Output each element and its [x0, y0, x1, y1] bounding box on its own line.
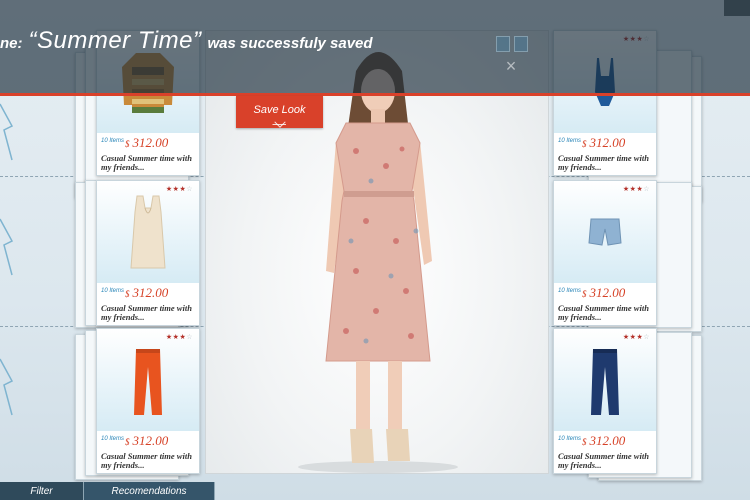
save-look-label: Save Look — [253, 104, 306, 116]
item-count: 10 Items — [558, 138, 582, 144]
price: $312.00 — [125, 433, 169, 448]
pants-image: ★★★☆ — [97, 329, 199, 431]
price: $312.00 — [582, 135, 626, 150]
look-description: Casual Summer time with my friends... — [558, 153, 649, 172]
tab-recommendations[interactable]: Recomendations — [84, 482, 215, 500]
look-description: Casual Summer time with my friends... — [101, 303, 192, 322]
save-look-button[interactable]: Save Look — [236, 96, 323, 128]
close-icon[interactable]: × — [503, 57, 519, 75]
product-card[interactable]: ★★★☆ 10 Items $312.00 Casual Summer time… — [553, 180, 657, 326]
item-count: 10 Items — [101, 138, 125, 144]
corner-button[interactable] — [724, 0, 750, 16]
rating-stars: ★★★☆ — [165, 185, 193, 193]
product-card[interactable]: ★★★☆ 10 Items $312.00 Casual Summer time… — [96, 180, 200, 326]
rating-stars: ★★★☆ — [165, 333, 193, 341]
lightning-icon — [0, 100, 14, 164]
item-count: 10 Items — [558, 288, 582, 294]
look-name: “Summer Time” — [28, 27, 202, 54]
toolbar-button[interactable] — [514, 36, 528, 52]
top-image: ★★★☆ — [97, 181, 199, 283]
price: $312.00 — [125, 285, 169, 300]
toolbar-button[interactable] — [496, 36, 510, 52]
tab-filter[interactable]: Filter — [0, 482, 84, 500]
price: $312.00 — [125, 135, 169, 150]
toast-prefix: ne: — [0, 35, 23, 52]
item-count: 10 Items — [558, 436, 582, 442]
look-description: Casual Summer time with my friends... — [101, 153, 192, 172]
lightning-icon — [0, 215, 14, 279]
chevron-down-icon — [272, 121, 286, 125]
toast-text: was successfuly saved — [207, 35, 373, 52]
item-count: 10 Items — [101, 436, 125, 442]
jeans-image: ★★★☆ — [554, 329, 656, 431]
rating-stars: ★★★☆ — [622, 185, 650, 193]
product-card[interactable]: ★★★☆ 10 Items $312.00 Casual Summer time… — [553, 328, 657, 474]
look-description: Casual Summer time with my friends... — [558, 303, 649, 322]
look-description: Casual Summer time with my friends... — [558, 451, 649, 470]
item-count: 10 Items — [101, 288, 125, 294]
price: $312.00 — [582, 433, 626, 448]
price: $312.00 — [582, 285, 626, 300]
shorts-image: ★★★☆ — [554, 181, 656, 283]
rating-stars: ★★★☆ — [622, 333, 650, 341]
bottom-tabs: Filter Recomendations — [0, 482, 215, 500]
lightning-icon — [0, 355, 14, 419]
product-card[interactable]: ★★★☆ 10 Items $312.00 Casual Summer time… — [96, 328, 200, 474]
save-confirmation-toast: ne: “Summer Time” was successfuly saved × — [0, 0, 750, 96]
look-description: Casual Summer time with my friends... — [101, 451, 192, 470]
toast-message: ne: “Summer Time” was successfuly saved — [0, 27, 373, 55]
toolbar-buttons — [496, 36, 528, 52]
